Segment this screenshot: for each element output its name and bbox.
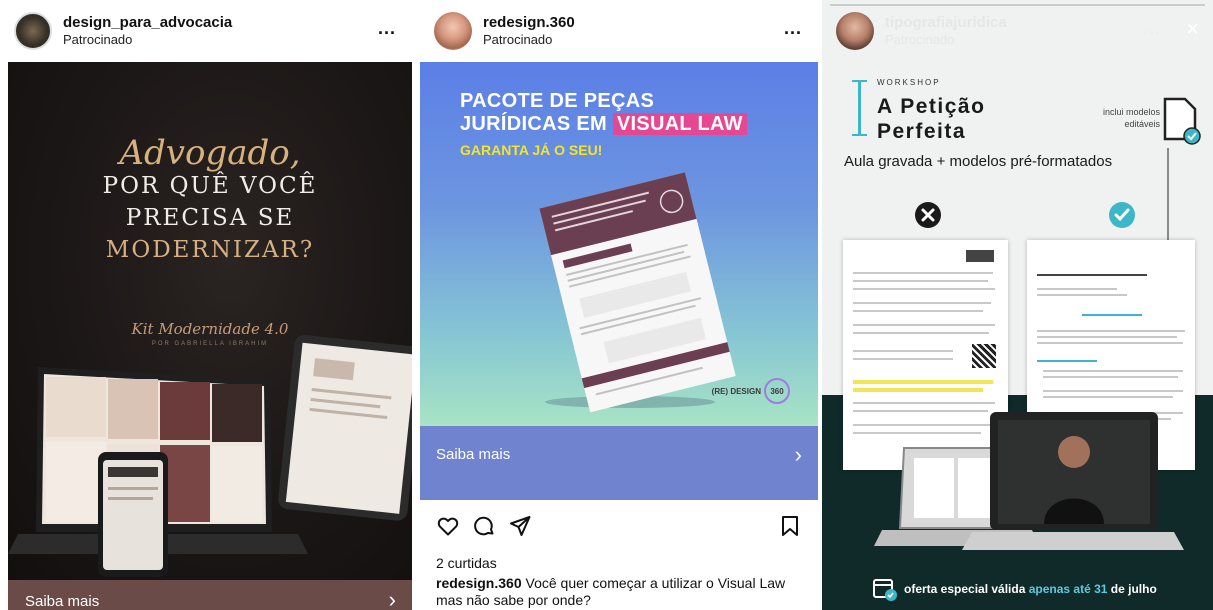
title-bracket-icon xyxy=(858,80,861,136)
ad-image[interactable]: PACOTE DE PEÇAS JURÍDICAS EM VISUAL LAW … xyxy=(420,62,818,426)
cta-label: Saiba mais xyxy=(25,593,100,610)
heart-icon[interactable] xyxy=(436,514,460,538)
sponsored-label: Patrocinado xyxy=(483,32,553,47)
caption-username[interactable]: redesign.360 xyxy=(436,575,522,591)
headline-line-1: POR QUÊ VOCÊ xyxy=(102,173,318,199)
ads-collage: design_para_advocacia Patrocinado ... Ad… xyxy=(0,0,1213,610)
brand-mark: (RE) DESIGN xyxy=(711,386,761,396)
caption: redesign.360 Você quer começar a utiliza… xyxy=(436,575,806,609)
comment-icon[interactable] xyxy=(472,514,496,538)
cta-label: Saiba mais xyxy=(436,446,511,463)
sponsored-label: Patrocinado xyxy=(885,32,955,47)
tablet-mockup xyxy=(278,334,412,521)
offer-highlight: apenas até 31 xyxy=(1028,582,1108,596)
doc-stamp xyxy=(966,250,994,262)
chevron-right-icon: › xyxy=(794,442,802,467)
document-check-icon xyxy=(1163,97,1201,145)
avatar[interactable] xyxy=(434,12,472,50)
calendar-icon xyxy=(873,579,897,601)
close-icon[interactable]: × xyxy=(1186,16,1199,42)
post-redesign-360: redesign.360 Patrocinado ... PACOTE DE P… xyxy=(420,0,818,610)
includes-label: inclui modelos editáveis xyxy=(1102,107,1160,129)
username[interactable]: design_para_advocacia xyxy=(63,14,232,32)
cta-saiba-mais-button[interactable]: Saiba mais › xyxy=(8,580,412,610)
story-tipografiajuridica: tipografiajuridica Patrocinado ... × WOR… xyxy=(822,0,1213,610)
title-line-2: Perfeita xyxy=(877,120,967,143)
likes-count[interactable]: 2 curtidas xyxy=(436,555,497,571)
post-header: redesign.360 Patrocinado ... xyxy=(420,0,818,62)
subtitle: Aula gravada + modelos pré-formatados xyxy=(844,153,1113,170)
more-options-icon[interactable]: ... xyxy=(784,19,802,37)
story-header-text: tipografiajuridica Patrocinado xyxy=(885,14,1007,48)
title-line-1: A Petição xyxy=(877,95,986,118)
devices-mockup xyxy=(8,334,412,577)
post-actions xyxy=(436,514,802,540)
offer-prefix: oferta especial válida xyxy=(904,582,1029,596)
post-header: design_para_advocacia Patrocinado ... xyxy=(0,0,412,62)
chevron-right-icon: › xyxy=(388,587,396,610)
ad-image[interactable]: Advogado, POR QUÊ VOCÊ PRECISA SE MODERN… xyxy=(8,62,412,580)
sponsored-label: Patrocinado xyxy=(63,32,133,47)
avatar[interactable] xyxy=(14,12,52,50)
cta-saiba-mais-button[interactable]: Saiba mais › xyxy=(420,426,818,500)
username[interactable]: redesign.360 xyxy=(483,14,575,32)
laptop-right-mockup xyxy=(962,412,1184,550)
phone-mockup xyxy=(98,452,168,577)
more-options-icon[interactable]: ... xyxy=(1143,19,1161,37)
share-icon[interactable] xyxy=(508,514,532,538)
doc-qr xyxy=(972,344,996,368)
story-header: tipografiajuridica Patrocinado ... × xyxy=(822,0,1213,62)
workshop-label: WORKSHOP xyxy=(877,78,941,87)
username[interactable]: tipografiajuridica xyxy=(885,14,1007,32)
more-options-icon[interactable]: ... xyxy=(378,19,396,37)
headline-script: Advogado, xyxy=(119,133,301,173)
bracket-top xyxy=(852,80,867,82)
document-mockup xyxy=(539,172,736,413)
wrong-icon xyxy=(915,202,941,228)
brand-number: 360 xyxy=(764,378,790,404)
devices-mockup xyxy=(874,412,1184,550)
headline-line-2: PRECISA SE xyxy=(125,205,295,231)
right-icon xyxy=(1109,202,1135,228)
offer-suffix: de julho xyxy=(1107,582,1157,596)
post-header-text: design_para_advocacia Patrocinado xyxy=(63,14,232,48)
bookmark-icon[interactable] xyxy=(778,514,802,538)
brand-logo: (RE) DESIGN 360 xyxy=(712,378,790,404)
bracket-bottom xyxy=(852,134,867,136)
post-header-text: redesign.360 Patrocinado xyxy=(483,14,575,48)
offer-text: oferta especial válida apenas até 31 de … xyxy=(904,582,1157,596)
avatar[interactable] xyxy=(836,12,874,50)
post-design-para-advocacia: design_para_advocacia Patrocinado ... Ad… xyxy=(0,0,412,610)
